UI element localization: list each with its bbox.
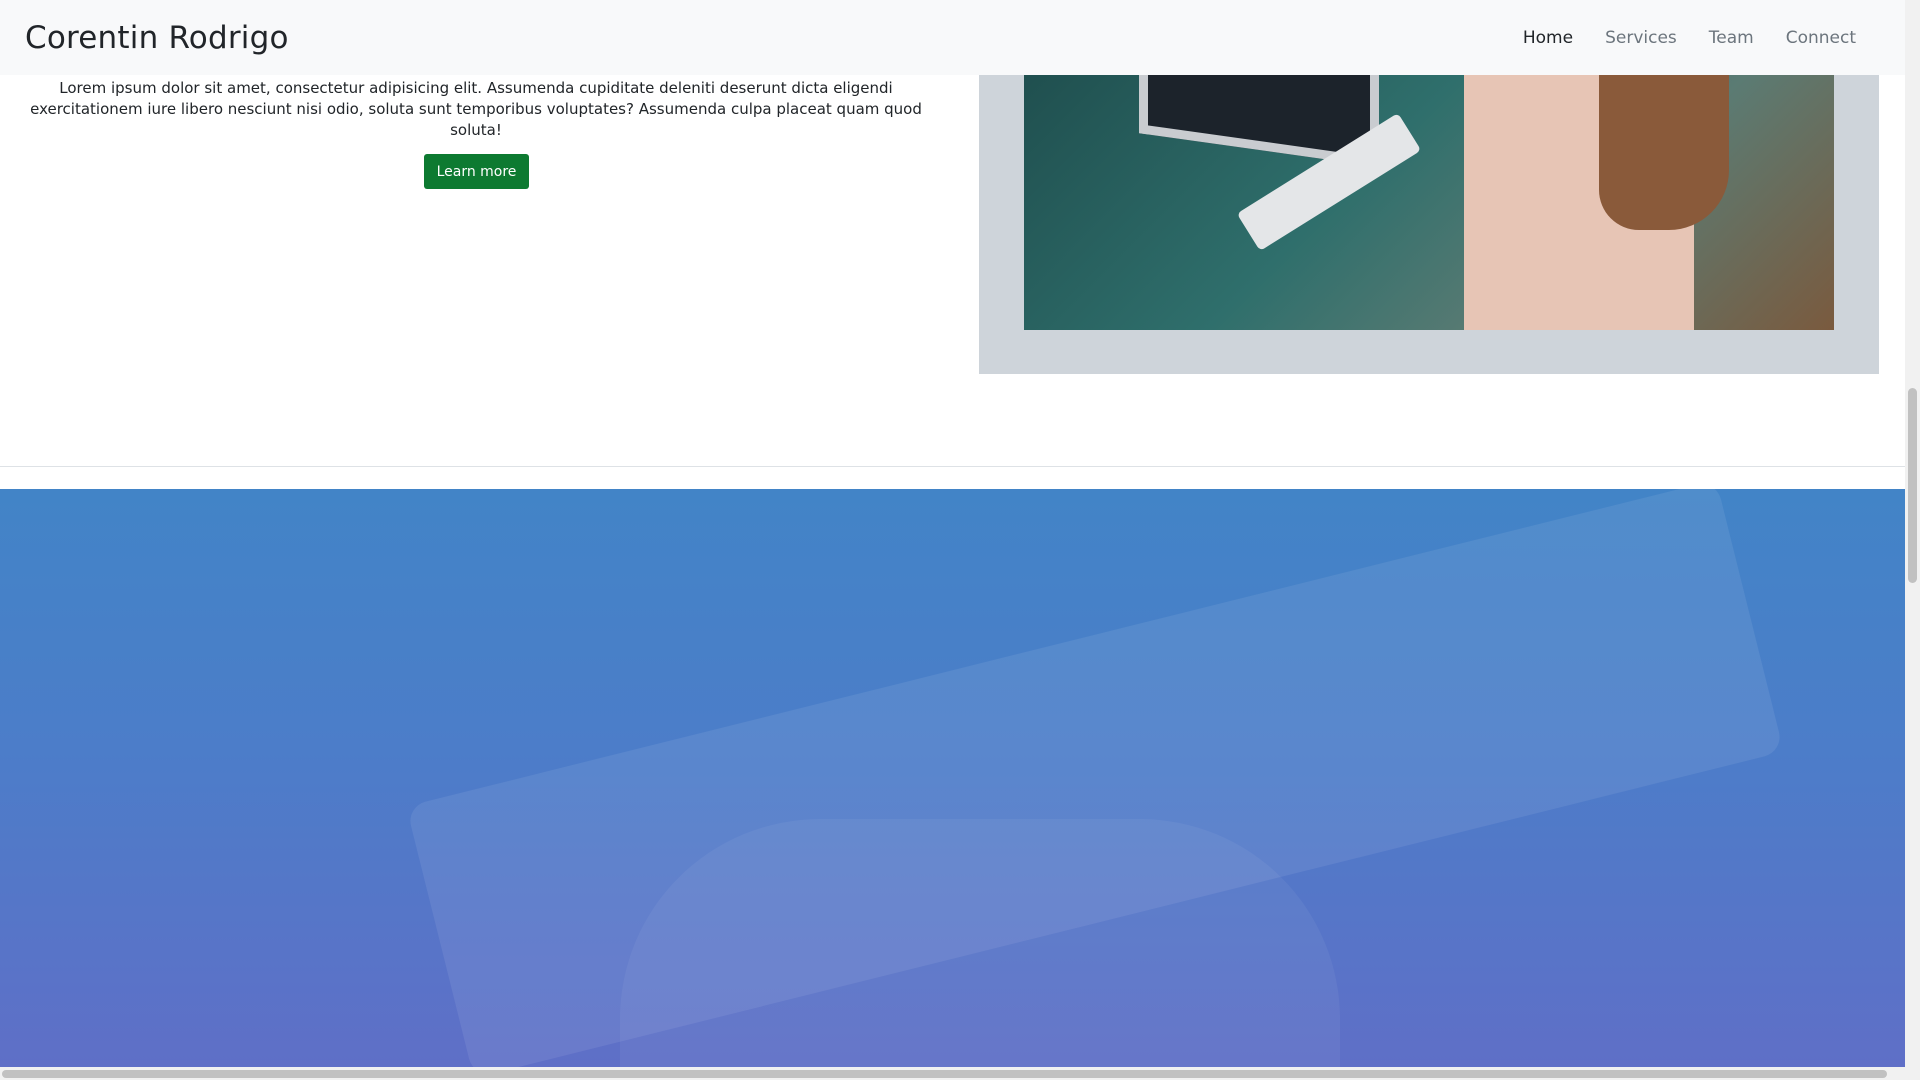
horizontal-scrollbar[interactable] <box>0 1067 1920 1080</box>
nav-link-home[interactable]: Home <box>1523 28 1573 48</box>
learn-more-button[interactable]: Learn more <box>424 154 529 189</box>
top-navbar: Corentin Rodrigo Home Services Team Conn… <box>0 0 1905 75</box>
hero-hands-background <box>620 819 1340 1067</box>
browser-viewport: Lorem ipsum dolor sit amet, consectetur … <box>0 0 1920 1080</box>
nav-link-team[interactable]: Team <box>1709 28 1754 48</box>
page-content: Lorem ipsum dolor sit amet, consectetur … <box>0 0 1905 1067</box>
nav-link-services[interactable]: Services <box>1605 28 1677 48</box>
nav-link-connect[interactable]: Connect <box>1786 28 1856 48</box>
nav-links: Home Services Team Connect <box>1523 28 1856 48</box>
vertical-scrollbar-thumb[interactable] <box>1908 388 1917 583</box>
brand-logo[interactable]: Corentin Rodrigo <box>25 20 289 56</box>
section-divider <box>0 466 1905 467</box>
vertical-scrollbar[interactable] <box>1905 0 1920 1067</box>
hero-banner <box>0 489 1905 1067</box>
about-paragraph: Lorem ipsum dolor sit amet, consectetur … <box>30 79 922 139</box>
horizontal-scrollbar-thumb[interactable] <box>2 1070 1887 1078</box>
